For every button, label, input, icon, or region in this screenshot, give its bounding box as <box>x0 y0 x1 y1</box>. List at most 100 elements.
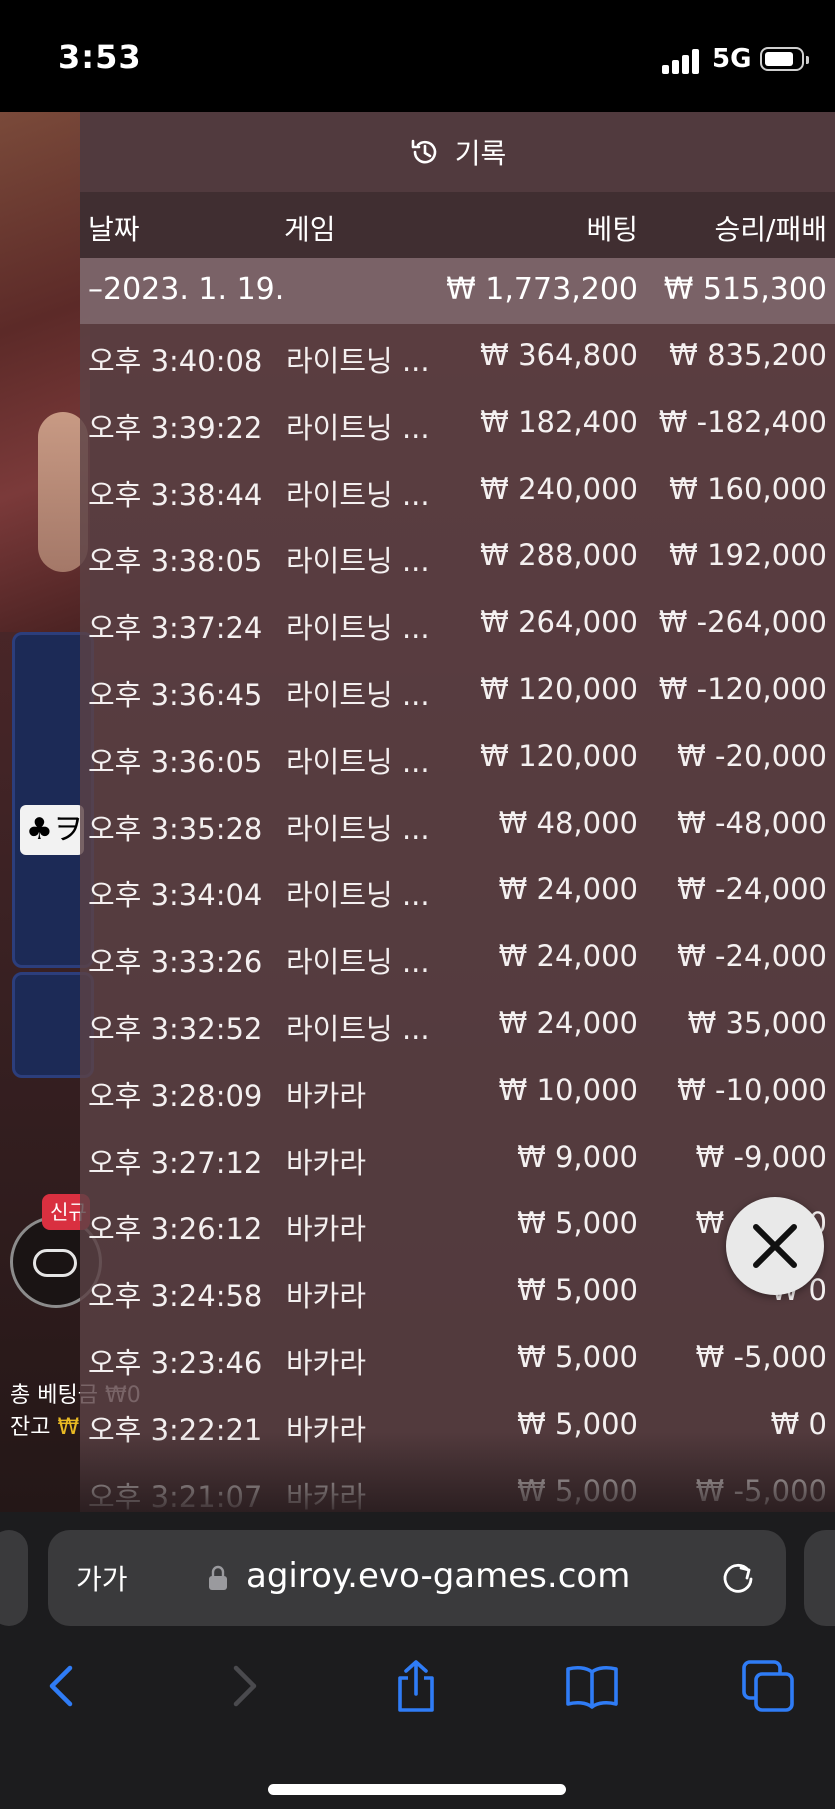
row-game: 바카라 <box>286 1212 367 1247</box>
row-bet: ₩ 288,000 <box>480 538 638 573</box>
battery-icon <box>760 47 809 71</box>
row-win-loss: ₩ -264,000 <box>658 605 827 640</box>
date-group-row[interactable]: –2023. 1. 19. ₩ 1,773,200 ₩ 515,300 <box>80 258 835 324</box>
row-game: 라이트닝 ... <box>286 878 430 913</box>
history-header: 기록 <box>80 112 835 192</box>
history-row[interactable]: 오후 3:36:05 라이트닝 ... ₩ 120,000 ₩ -20,000 <box>80 725 835 792</box>
row-bet: ₩ 240,000 <box>480 471 638 506</box>
row-time: 오후 3:38:44 <box>88 477 263 512</box>
balance-value: ₩ <box>57 1415 80 1440</box>
row-game: 라이트닝 ... <box>286 744 430 779</box>
row-game: 라이트닝 ... <box>286 611 430 646</box>
history-row[interactable]: 오후 3:38:44 라이트닝 ... ₩ 240,000 ₩ 160,000 <box>80 458 835 525</box>
row-time: 오후 3:34:04 <box>88 878 263 913</box>
history-row[interactable]: 오후 3:36:45 라이트닝 ... ₩ 120,000 ₩ -120,000 <box>80 658 835 725</box>
row-bet: ₩ 120,000 <box>480 671 638 706</box>
row-game: 라이트닝 ... <box>286 344 430 378</box>
history-panel: 기록 날짜 게임 베팅 승리/패배 –2023. 1. 19. ₩ 1,773,… <box>80 112 835 1512</box>
table-header: 날짜 게임 베팅 승리/패배 <box>80 192 835 258</box>
row-time: 오후 3:35:28 <box>88 811 263 846</box>
text-size-button[interactable]: 가가 <box>76 1558 128 1598</box>
close-icon <box>753 1224 797 1268</box>
back-icon[interactable] <box>36 1658 92 1714</box>
history-row[interactable]: 오후 3:24:58 바카라 ₩ 5,000 ₩ 0 <box>80 1259 835 1326</box>
date-group-win-total: ₩ 515,300 <box>663 272 827 307</box>
row-game: 바카라 <box>286 1145 367 1180</box>
history-row[interactable]: 오후 3:39:22 라이트닝 ... ₩ 182,400 ₩ -182,400 <box>80 391 835 458</box>
row-game: 라이트닝 ... <box>286 945 430 980</box>
row-bet: ₩ 120,000 <box>480 738 638 773</box>
history-row[interactable]: 오후 3:38:05 라이트닝 ... ₩ 288,000 ₩ 192,000 <box>80 524 835 591</box>
browser-toolbar <box>0 1652 835 1722</box>
url-text[interactable]: agiroy.evo-games.com <box>246 1556 630 1596</box>
previous-tab-preview[interactable] <box>0 1530 28 1626</box>
history-row[interactable]: 오후 3:37:24 라이트닝 ... ₩ 264,000 ₩ -264,000 <box>80 591 835 658</box>
row-game: 라이트닝 ... <box>286 410 430 445</box>
playing-card: ♣ヲ <box>20 805 84 855</box>
bookmarks-icon[interactable] <box>564 1658 620 1714</box>
address-bar[interactable]: 가가 agiroy.evo-games.com <box>48 1530 786 1626</box>
cellular-signal-icon <box>662 48 702 74</box>
row-time: 오후 3:27:12 <box>88 1145 263 1180</box>
row-win-loss: ₩ 835,200 <box>669 338 827 372</box>
next-tab-preview[interactable] <box>804 1530 835 1626</box>
history-row[interactable]: 오후 3:32:52 라이트닝 ... ₩ 24,000 ₩ 35,000 <box>80 992 835 1059</box>
row-win-loss: ₩ -10,000 <box>677 1072 827 1107</box>
status-time: 3:53 <box>58 38 142 76</box>
history-row[interactable]: 오후 3:26:12바카라₩ 5,000₩ -5,000 <box>80 1192 835 1259</box>
column-win-loss: 승리/패배 <box>714 213 827 246</box>
history-row[interactable]: 오후 3:40:08 라이트닝 ... ₩ 364,800 ₩ 835,200 <box>80 324 835 391</box>
row-time: 오후 3:38:05 <box>88 544 263 579</box>
row-bet: ₩ 48,000 <box>498 805 638 840</box>
row-time: 오후 3:39:22 <box>88 410 263 445</box>
row-win-loss: ₩ -182,400 <box>658 404 827 439</box>
history-row[interactable]: 오후 3:23:46 바카라 ₩ 5,000 ₩ -5,000 <box>80 1326 835 1393</box>
row-win-loss: ₩ 160,000 <box>669 471 827 506</box>
scroll-fade <box>80 1432 835 1512</box>
row-bet: ₩ 264,000 <box>480 605 638 640</box>
history-row[interactable]: 오후 3:35:28 라이트닝 ... ₩ 48,000 ₩ -48,000 <box>80 792 835 859</box>
lock-icon <box>209 1565 227 1590</box>
reload-icon[interactable] <box>718 1558 758 1598</box>
history-row[interactable]: 오후 3:27:12 바카라 ₩ 9,000 ₩ -9,000 <box>80 1126 835 1193</box>
row-game: 바카라 <box>286 1078 367 1113</box>
date-group-label: –2023. 1. 19. <box>88 272 285 307</box>
column-date: 날짜 <box>88 213 140 246</box>
history-row[interactable]: 오후 3:34:04 라이트닝 ... ₩ 24,000 ₩ -24,000 <box>80 858 835 925</box>
date-group-bet-total: ₩ 1,773,200 <box>446 272 638 307</box>
row-time: 오후 3:33:26 <box>88 945 263 980</box>
row-time: 오후 3:23:46 <box>88 1345 263 1380</box>
history-row[interactable]: 오후 3:28:09 바카라 ₩ 10,000 ₩ -10,000 <box>80 1059 835 1126</box>
browser-chrome: 가가 agiroy.evo-games.com <box>0 1512 835 1809</box>
row-win-loss: ₩ 35,000 <box>687 1005 827 1040</box>
share-icon[interactable] <box>388 1658 444 1714</box>
row-time: 오후 3:40:08 <box>88 344 263 378</box>
row-bet: ₩ 5,000 <box>517 1206 638 1241</box>
close-button[interactable] <box>726 1197 824 1295</box>
tabs-icon[interactable] <box>740 1658 796 1714</box>
history-title: 기록 <box>454 137 507 170</box>
row-bet: ₩ 24,000 <box>498 939 638 974</box>
row-time: 오후 3:36:45 <box>88 677 263 712</box>
row-win-loss: ₩ -120,000 <box>658 671 827 706</box>
row-win-loss: ₩ -48,000 <box>677 805 827 840</box>
row-win-loss: ₩ -9,000 <box>695 1139 827 1174</box>
column-bet: 베팅 <box>586 213 638 246</box>
row-win-loss: ₩ -5,000 <box>695 1339 827 1374</box>
row-win-loss: ₩ -24,000 <box>677 939 827 974</box>
history-row[interactable]: 오후 3:33:26 라이트닝 ... ₩ 24,000 ₩ -24,000 <box>80 925 835 992</box>
row-win-loss: ₩ -24,000 <box>677 872 827 907</box>
balance-label: 잔고 <box>10 1415 51 1440</box>
row-time: 오후 3:36:05 <box>88 744 263 779</box>
forward-icon[interactable] <box>214 1658 270 1714</box>
status-bar: 3:53 5G <box>0 0 835 112</box>
row-bet: ₩ 9,000 <box>517 1139 638 1174</box>
network-type: 5G <box>712 44 752 74</box>
row-time: 오후 3:28:09 <box>88 1078 263 1113</box>
row-bet: ₩ 10,000 <box>498 1072 638 1107</box>
row-game: 라이트닝 ... <box>286 477 430 512</box>
row-game: 바카라 <box>286 1279 367 1314</box>
row-bet: ₩ 364,800 <box>480 338 638 372</box>
home-indicator[interactable] <box>268 1784 566 1795</box>
row-time: 오후 3:26:12 <box>88 1212 263 1247</box>
